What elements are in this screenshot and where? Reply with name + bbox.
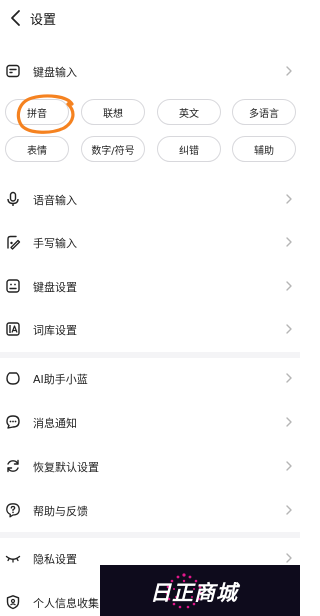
page-title: 设置	[30, 13, 57, 28]
menu-item-keyboard-settings[interactable]: 键盘设置	[0, 269, 300, 303]
menu-item-keyboard-input[interactable]: 键盘输入	[0, 54, 300, 88]
chip-correction[interactable]: 纠错	[157, 136, 221, 162]
menu-item-label: 键盘设置	[33, 281, 77, 294]
menu-item-notifications[interactable]: 消息通知	[0, 405, 300, 439]
chip-emoji[interactable]: 表情	[5, 136, 69, 162]
menu-item-help-feedback[interactable]: 帮助与反馈	[0, 493, 300, 527]
chevron-right-icon	[286, 373, 292, 383]
header-bar: 设置	[0, 0, 300, 40]
chip-association[interactable]: 联想	[81, 99, 145, 125]
keyboard-input-icon	[6, 64, 20, 78]
menu-item-label: 恢复默认设置	[33, 461, 99, 474]
chip-pinyin[interactable]: 拼音	[5, 99, 69, 125]
watermark-text: 日正商城	[150, 581, 238, 605]
chip-numbers-symbols[interactable]: 数字/符号	[81, 136, 145, 162]
chevron-right-icon	[286, 194, 292, 204]
handwriting-icon	[7, 235, 21, 250]
keyboard-settings-icon	[6, 279, 20, 293]
help-icon	[6, 503, 20, 518]
chevron-right-icon	[286, 66, 292, 76]
menu-item-label: 键盘输入	[33, 66, 77, 79]
shield-icon	[6, 595, 20, 610]
back-arrow-icon[interactable]	[8, 8, 24, 28]
section-divider	[0, 352, 300, 358]
chevron-right-icon	[286, 505, 292, 515]
menu-item-label: 语音输入	[33, 194, 77, 207]
menu-item-label: 隐私设置	[33, 553, 77, 566]
chevron-right-icon	[286, 553, 292, 563]
menu-item-label: 帮助与反馈	[33, 505, 88, 518]
lexicon-icon	[6, 322, 20, 336]
message-bubble-icon	[6, 415, 20, 429]
menu-item-lexicon-settings[interactable]: 词库设置	[0, 312, 300, 346]
chip-assist[interactable]: 辅助	[232, 136, 296, 162]
menu-item-voice-input[interactable]: 语音输入	[0, 182, 300, 216]
ai-assistant-icon	[6, 372, 20, 385]
chevron-right-icon	[286, 237, 292, 247]
restore-icon	[7, 459, 19, 473]
menu-item-label: AI助手小蓝	[33, 373, 88, 386]
chevron-right-icon	[286, 417, 292, 427]
closed-eye-icon	[5, 555, 21, 563]
menu-item-ai-assistant[interactable]: AI助手小蓝	[0, 361, 300, 395]
menu-item-label: 手写输入	[33, 237, 77, 250]
chevron-right-icon	[286, 281, 292, 291]
chevron-right-icon	[286, 324, 292, 334]
menu-item-label: 个人信息收集	[33, 597, 99, 610]
microphone-icon	[7, 191, 19, 206]
menu-item-label: 词库设置	[33, 324, 77, 337]
chip-multilanguage[interactable]: 多语言	[232, 99, 296, 125]
chip-english[interactable]: 英文	[157, 99, 221, 125]
menu-item-handwriting-input[interactable]: 手写输入	[0, 225, 300, 259]
chevron-right-icon	[286, 461, 292, 471]
section-divider	[0, 532, 300, 538]
watermark-banner: 日正商城	[100, 565, 300, 616]
menu-item-label: 消息通知	[33, 417, 77, 430]
menu-item-restore-defaults[interactable]: 恢复默认设置	[0, 449, 300, 483]
